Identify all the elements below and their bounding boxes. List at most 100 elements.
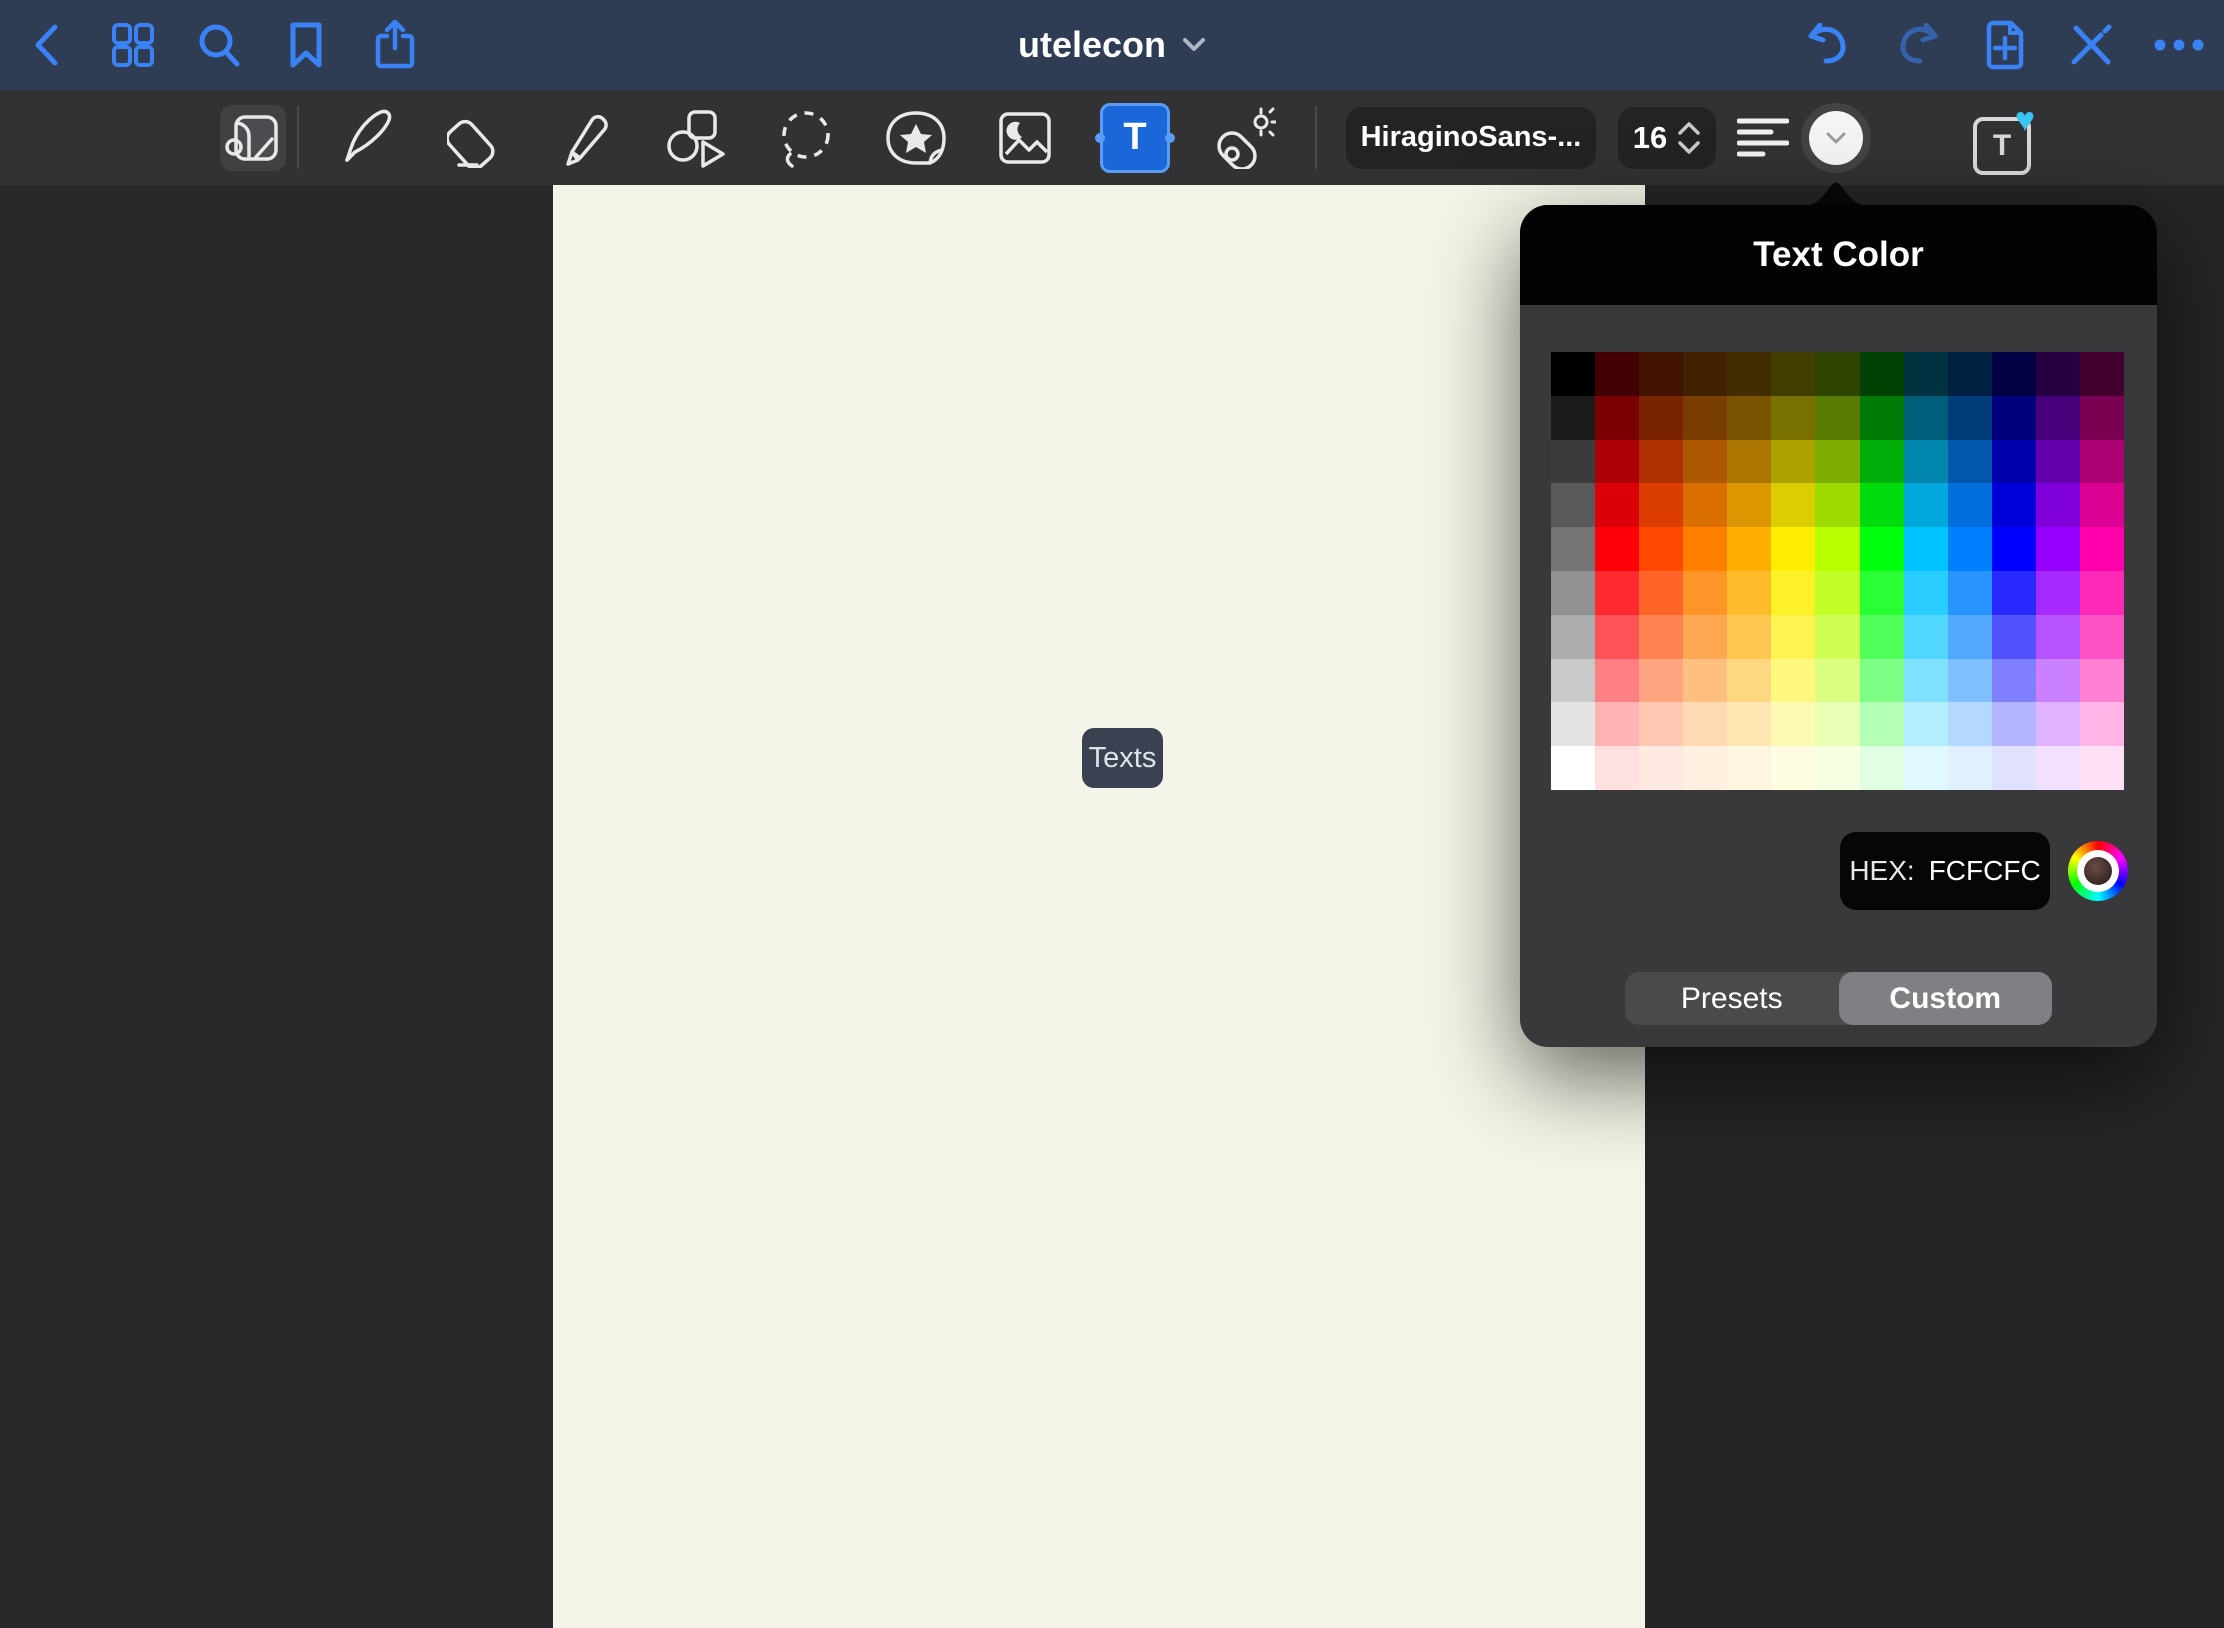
color-swatch[interactable]: [1551, 702, 1595, 746]
font-size-stepper[interactable]: 16: [1618, 107, 1716, 169]
color-swatch[interactable]: [1904, 527, 1948, 571]
bookmark-icon[interactable]: [288, 22, 324, 68]
color-swatch[interactable]: [1815, 527, 1859, 571]
custom-tab[interactable]: Custom: [1839, 972, 2053, 1025]
color-swatch[interactable]: [1551, 615, 1595, 659]
color-swatch[interactable]: [2080, 396, 2124, 440]
color-swatch[interactable]: [1815, 352, 1859, 396]
font-family-button[interactable]: HiraginoSans-...: [1346, 107, 1596, 169]
color-swatch[interactable]: [1727, 527, 1771, 571]
color-swatch[interactable]: [1860, 571, 1904, 615]
color-swatch[interactable]: [1683, 571, 1727, 615]
color-swatch[interactable]: [1860, 527, 1904, 571]
color-swatch[interactable]: [1727, 746, 1771, 790]
color-swatch[interactable]: [1595, 746, 1639, 790]
color-swatch[interactable]: [1992, 440, 2036, 484]
color-swatch[interactable]: [1992, 746, 2036, 790]
color-swatch[interactable]: [1771, 615, 1815, 659]
share-icon[interactable]: [374, 20, 416, 70]
color-swatch[interactable]: [2080, 746, 2124, 790]
color-swatch[interactable]: [1992, 659, 2036, 703]
pages-grid-icon[interactable]: [111, 23, 155, 67]
color-swatch[interactable]: [1815, 659, 1859, 703]
color-swatch[interactable]: [1639, 396, 1683, 440]
undo-icon[interactable]: [1804, 23, 1852, 67]
redo-icon[interactable]: [1894, 23, 1942, 67]
color-swatch[interactable]: [1904, 659, 1948, 703]
presets-tab[interactable]: Presets: [1625, 972, 1839, 1025]
hex-input[interactable]: HEX: FCFCFC: [1840, 832, 2050, 910]
color-swatch[interactable]: [1904, 396, 1948, 440]
color-swatch[interactable]: [1683, 659, 1727, 703]
pen-tool[interactable]: [339, 108, 393, 168]
color-swatch[interactable]: [1639, 440, 1683, 484]
color-swatch[interactable]: [1904, 483, 1948, 527]
color-swatch[interactable]: [1948, 702, 1992, 746]
color-swatch[interactable]: [1815, 571, 1859, 615]
color-swatch[interactable]: [2036, 659, 2080, 703]
color-swatch[interactable]: [1904, 571, 1948, 615]
color-swatch[interactable]: [2036, 702, 2080, 746]
color-swatch[interactable]: [1992, 571, 2036, 615]
color-swatch[interactable]: [1948, 527, 1992, 571]
shapes-tool[interactable]: [665, 108, 727, 168]
color-swatch[interactable]: [1860, 483, 1904, 527]
color-swatch[interactable]: [1771, 702, 1815, 746]
color-swatch[interactable]: [1683, 440, 1727, 484]
back-icon[interactable]: [33, 23, 59, 67]
color-swatch[interactable]: [1683, 352, 1727, 396]
page-view-tool[interactable]: [224, 109, 282, 167]
color-swatch[interactable]: [1551, 659, 1595, 703]
image-tool[interactable]: [997, 110, 1053, 166]
color-swatch[interactable]: [1860, 659, 1904, 703]
color-swatch[interactable]: [1815, 702, 1859, 746]
color-swatch[interactable]: [1595, 702, 1639, 746]
color-swatch[interactable]: [2036, 571, 2080, 615]
color-swatch[interactable]: [1771, 483, 1815, 527]
color-swatch[interactable]: [1904, 702, 1948, 746]
color-swatch[interactable]: [1639, 571, 1683, 615]
color-swatch[interactable]: [1683, 615, 1727, 659]
color-swatch[interactable]: [2036, 396, 2080, 440]
color-swatch[interactable]: [2080, 615, 2124, 659]
color-swatch[interactable]: [2036, 615, 2080, 659]
color-swatch[interactable]: [1948, 659, 1992, 703]
color-swatch[interactable]: [1727, 440, 1771, 484]
color-swatch[interactable]: [1860, 746, 1904, 790]
color-swatch[interactable]: [1860, 352, 1904, 396]
color-swatch[interactable]: [1551, 483, 1595, 527]
color-swatch[interactable]: [1771, 396, 1815, 440]
color-swatch[interactable]: [1727, 615, 1771, 659]
color-swatch[interactable]: [2036, 746, 2080, 790]
eraser-tool[interactable]: [447, 108, 505, 168]
color-swatch[interactable]: [1683, 746, 1727, 790]
favorite-text-style-button[interactable]: T ♥: [1969, 105, 2035, 171]
color-swatch[interactable]: [1815, 746, 1859, 790]
color-swatch[interactable]: [1727, 352, 1771, 396]
color-swatch[interactable]: [2036, 483, 2080, 527]
color-swatch[interactable]: [2080, 440, 2124, 484]
color-swatch[interactable]: [1727, 483, 1771, 527]
color-swatch[interactable]: [1904, 352, 1948, 396]
color-swatch[interactable]: [1815, 483, 1859, 527]
color-swatch[interactable]: [1815, 396, 1859, 440]
color-swatch[interactable]: [1948, 746, 1992, 790]
color-wheel-icon[interactable]: [2068, 841, 2128, 901]
lasso-tool[interactable]: [776, 108, 836, 168]
color-swatch[interactable]: [1639, 702, 1683, 746]
color-swatch[interactable]: [2080, 527, 2124, 571]
color-swatch[interactable]: [1948, 483, 1992, 527]
laser-pointer-tool[interactable]: [1214, 107, 1276, 169]
color-swatch[interactable]: [1771, 440, 1815, 484]
color-swatch[interactable]: [1992, 483, 2036, 527]
color-swatch[interactable]: [1948, 440, 1992, 484]
color-swatch[interactable]: [1551, 396, 1595, 440]
color-swatch[interactable]: [1948, 571, 1992, 615]
color-swatch[interactable]: [1727, 396, 1771, 440]
color-swatch[interactable]: [1683, 483, 1727, 527]
color-swatch[interactable]: [1551, 571, 1595, 615]
color-swatch[interactable]: [1639, 746, 1683, 790]
stylus-cross-icon[interactable]: [2068, 22, 2114, 68]
color-swatch[interactable]: [1904, 440, 1948, 484]
color-swatch[interactable]: [1992, 527, 2036, 571]
